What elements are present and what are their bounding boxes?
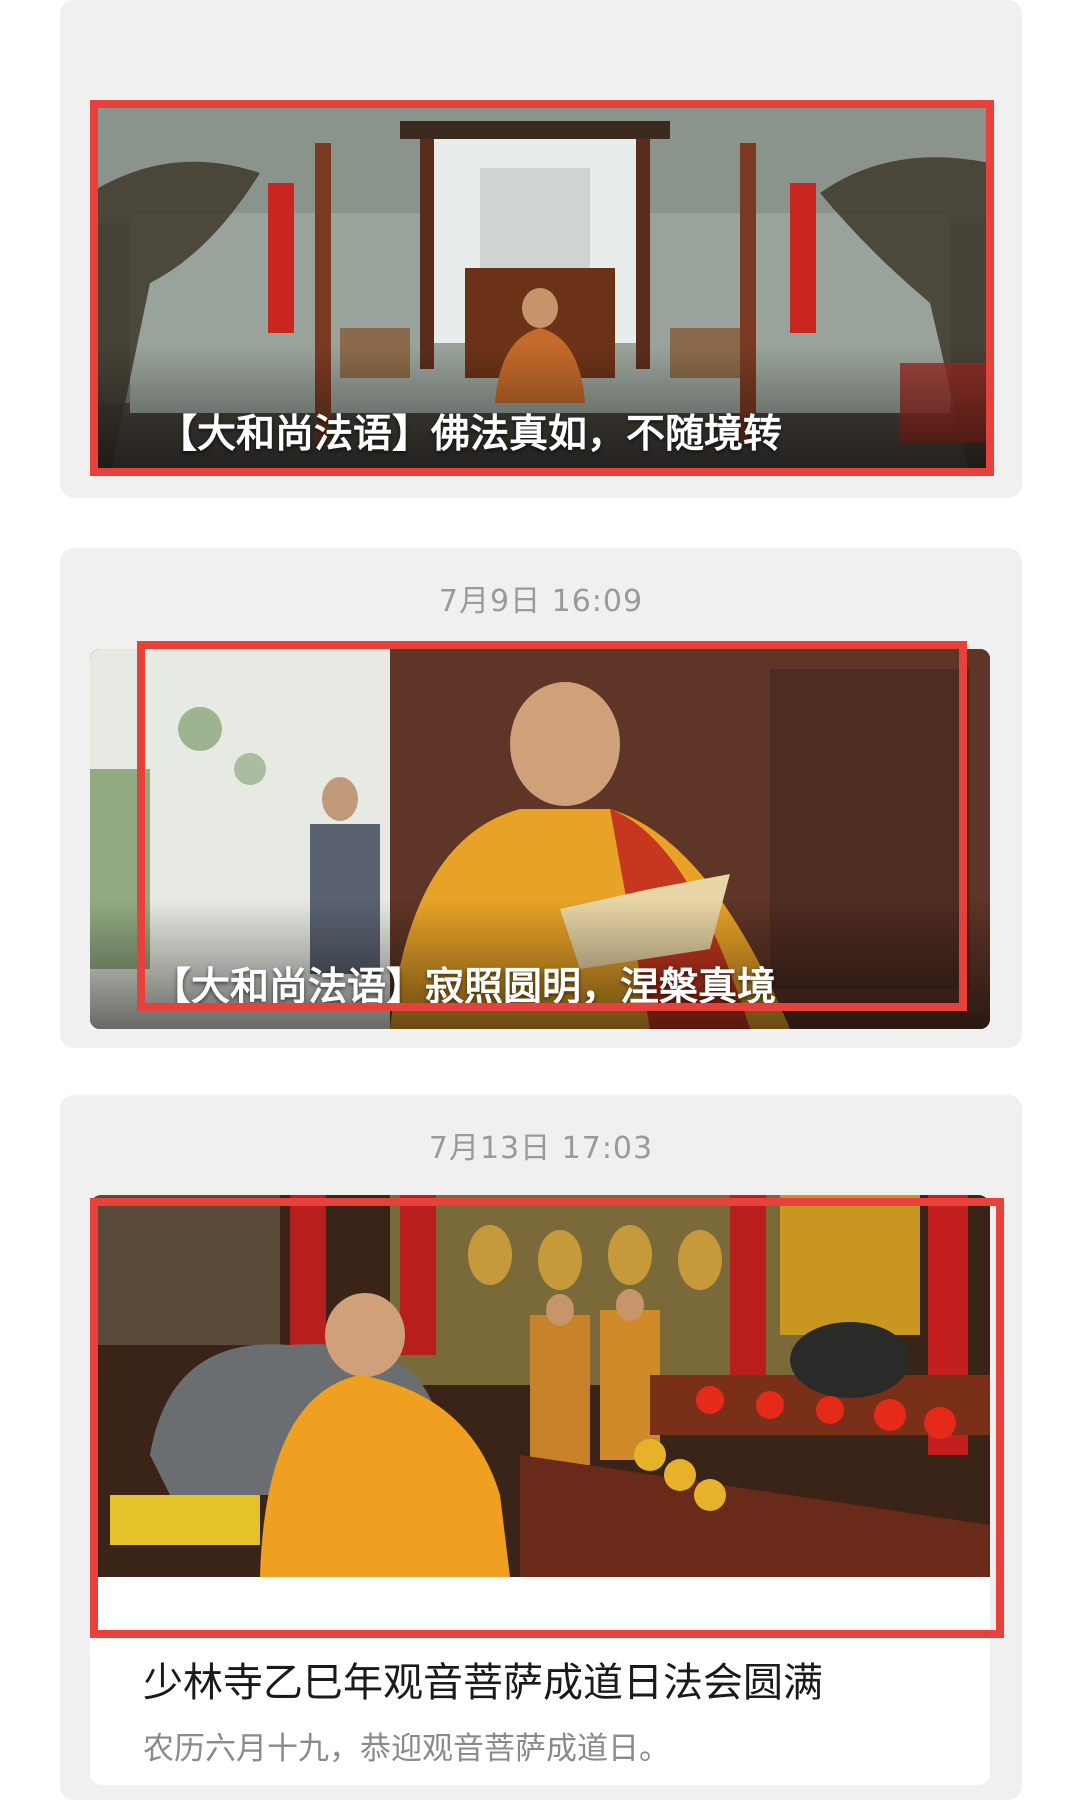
article-description: 农历六月十九，恭迎观音菩萨成道日。 (143, 1731, 670, 1767)
article-title-overlay: 【大和尚法语】佛法真如，不随境转 (158, 412, 783, 457)
message-timestamp: 7月13日 17:03 (428, 1131, 654, 1166)
article-cover-3[interactable] (90, 1195, 990, 1577)
article-card-2[interactable]: 【大和尚法语】寂照圆明，涅槃真境 (90, 649, 990, 1029)
message-group-1: 【大和尚法语】佛法真如，不随境转 (60, 0, 1022, 498)
message-group-3: 7月13日 17:03 少林寺乙巳年观音菩萨成道日法会圆满 农历六月十九，恭迎观… (60, 1095, 1022, 1800)
article-title[interactable]: 少林寺乙巳年观音菩萨成道日法会圆满 (143, 1650, 823, 1708)
article-card-1[interactable]: 【大和尚法语】佛法真如，不随境转 (90, 103, 990, 475)
article-title-overlay: 【大和尚法语】寂照圆明，涅槃真境 (152, 965, 777, 1010)
article-cover-image (90, 1195, 990, 1577)
message-timestamp: 7月9日 16:09 (438, 584, 644, 619)
message-group-2: 7月9日 16:09 【大和尚法语】寂照圆明，涅槃真境 (60, 548, 1022, 1048)
